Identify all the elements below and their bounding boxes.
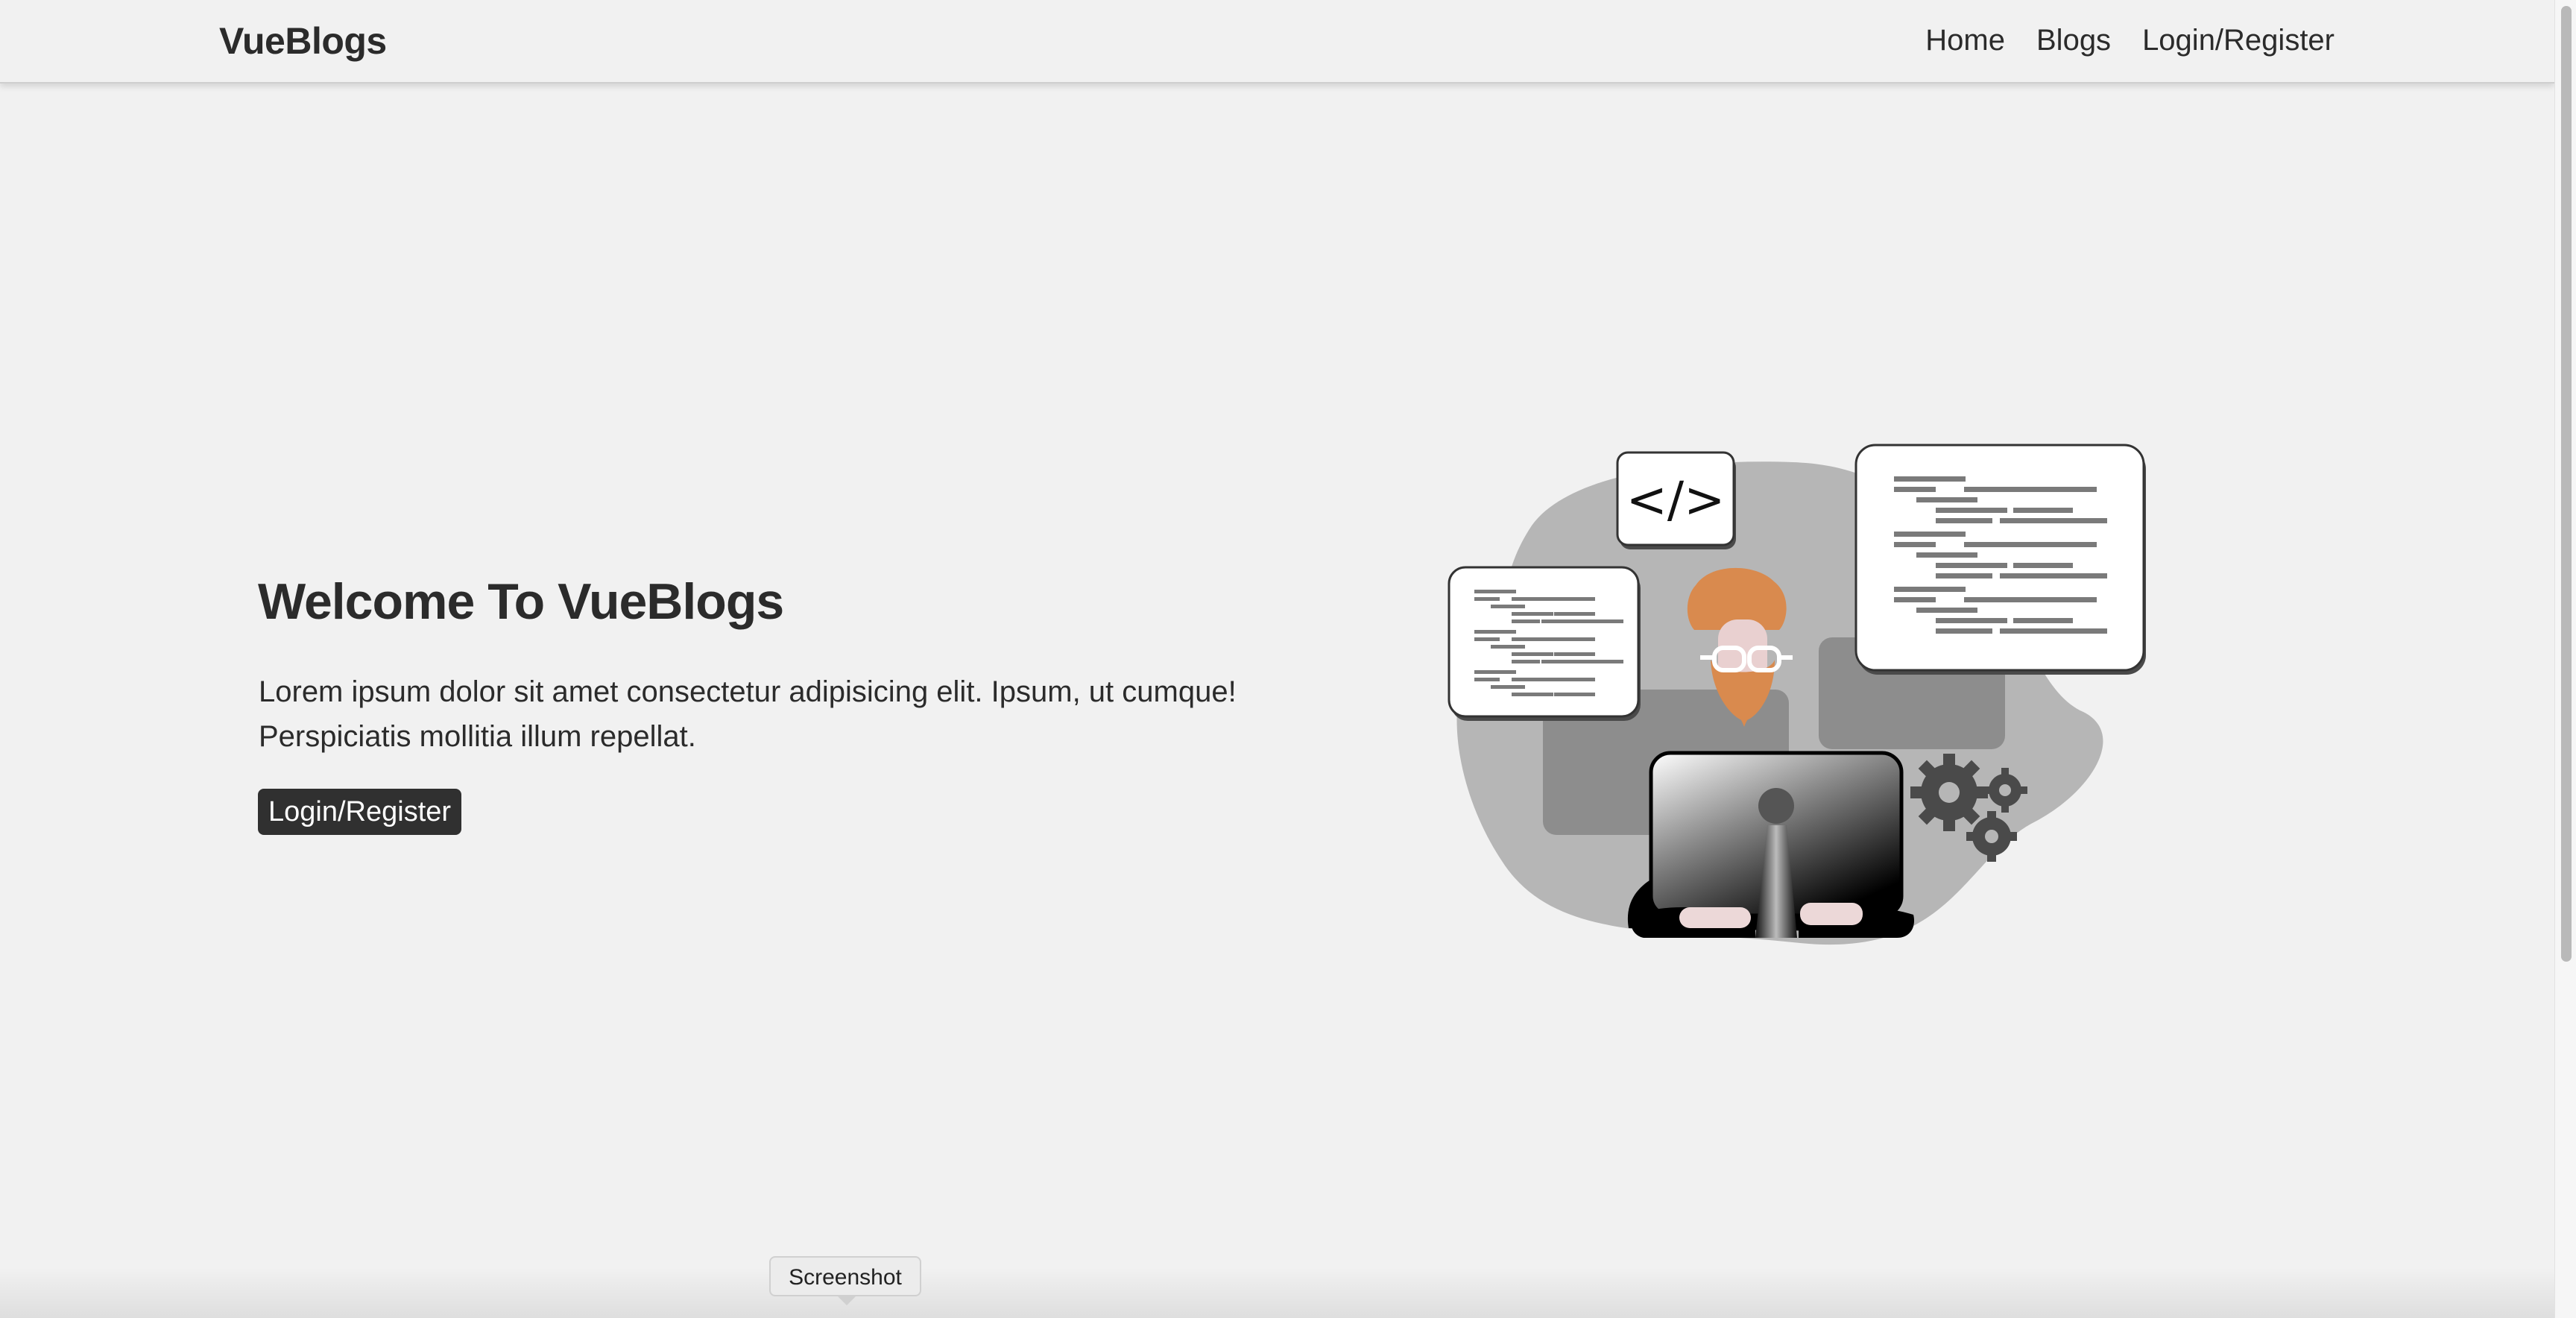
brand-logo[interactable]: VueBlogs [219,19,387,63]
navbar: VueBlogs Home Blogs Login/Register [0,0,2554,83]
code-card-large [1854,444,2146,675]
developer-illustration: </> [1448,444,2146,945]
scrollbar-thumb[interactable] [2561,6,2572,962]
nav-link-home[interactable]: Home [1925,24,2005,57]
code-card-small [1448,566,1641,721]
hero-login-register-button[interactable]: Login/Register [258,789,462,835]
nav-link-blogs[interactable]: Blogs [2036,24,2111,57]
nav-links: Home Blogs Login/Register [1925,24,2334,57]
code-tag-card: </> [1616,451,1736,549]
screenshot-tooltip: Screenshot [769,1256,921,1305]
code-tag-text: </> [1626,471,1726,529]
monitor [1631,751,1915,938]
bottom-shadow [0,1267,2554,1318]
hero-title: Welcome To VueBlogs [258,573,784,630]
hero-description: Lorem ipsum dolor sit amet consectetur a… [259,675,1237,753]
nav-link-login-register[interactable]: Login/Register [2142,24,2334,57]
